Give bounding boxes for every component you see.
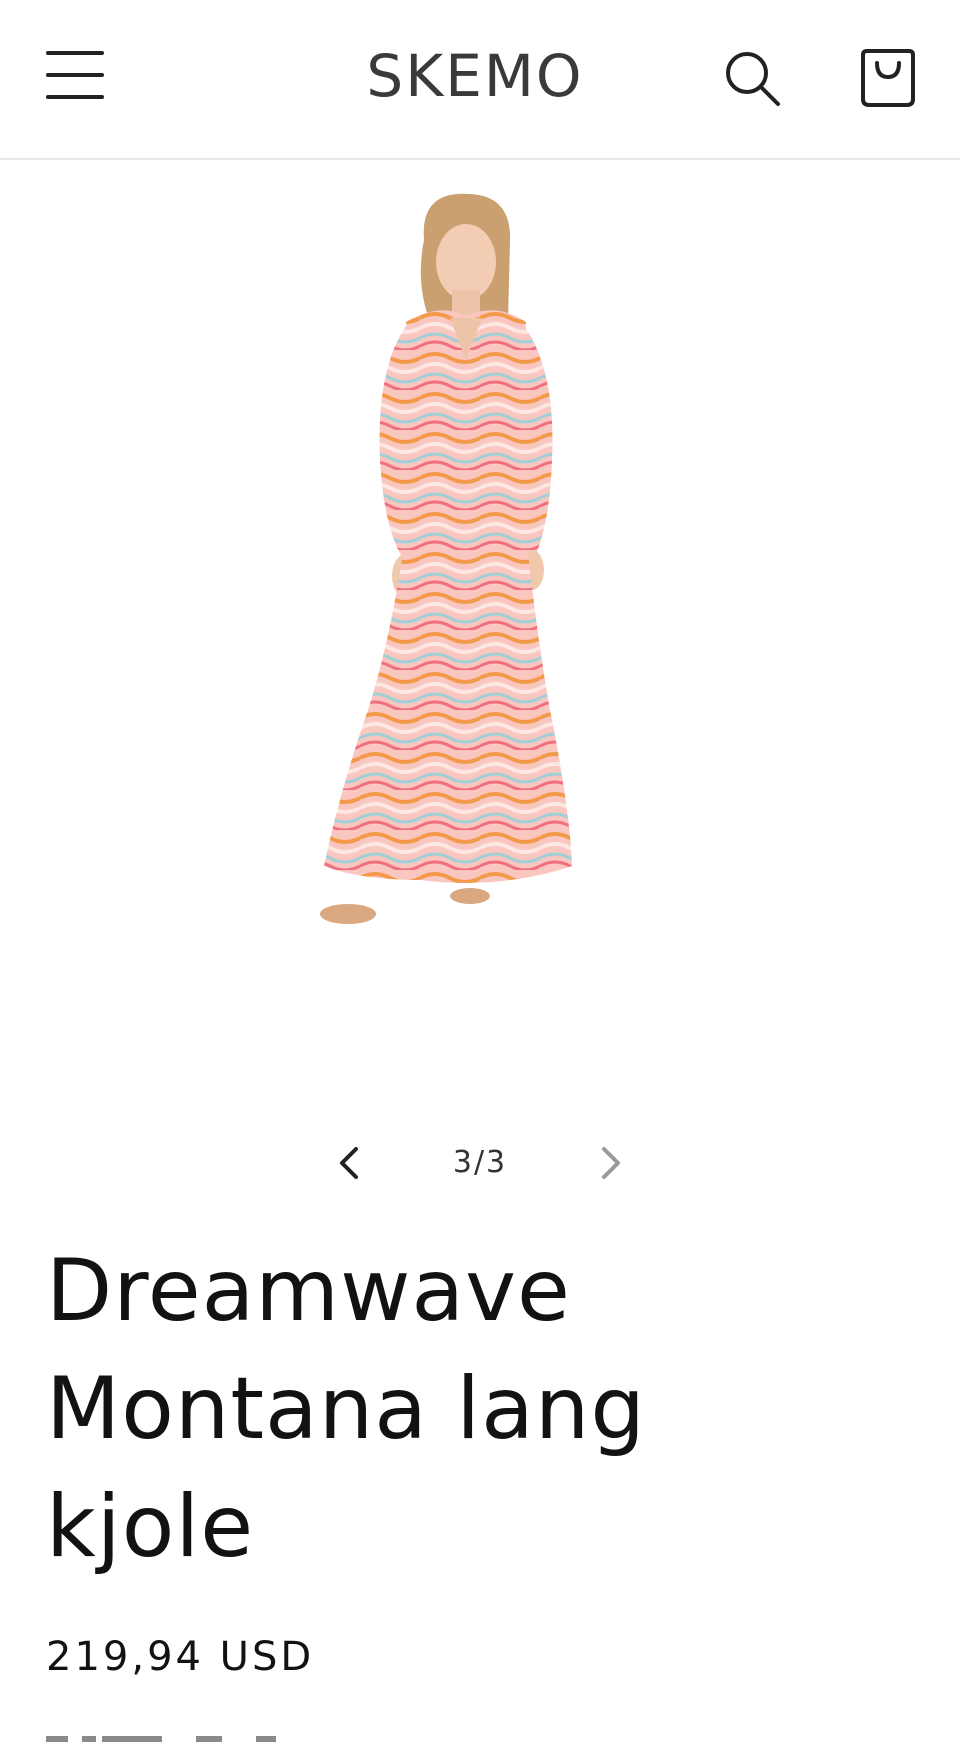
product-gallery xyxy=(0,160,960,1090)
cart-button[interactable] xyxy=(848,38,928,118)
cart-bag-icon xyxy=(861,49,915,107)
chevron-right-icon xyxy=(602,1147,620,1179)
chevron-left-icon xyxy=(340,1147,358,1179)
store-logo[interactable]: SKEMO xyxy=(330,36,620,116)
partial-text-cutoff xyxy=(46,1726,346,1742)
previous-image-button[interactable] xyxy=(320,1130,380,1196)
image-counter: 3/3 xyxy=(452,1145,508,1180)
cut-off-text-decoration xyxy=(46,1736,276,1742)
gallery-pager: 3/3 xyxy=(320,1130,640,1196)
search-button[interactable] xyxy=(714,40,790,116)
hamburger-menu-icon xyxy=(46,51,104,99)
site-header: SKEMO xyxy=(0,0,960,160)
product-price: 219,94 USD xyxy=(46,1634,315,1680)
search-icon xyxy=(726,52,780,106)
product-image[interactable] xyxy=(300,190,660,1070)
next-image-button[interactable] xyxy=(580,1130,640,1196)
menu-button[interactable] xyxy=(40,40,110,110)
product-title: Dreamwave Montana lang kjole xyxy=(46,1241,646,1577)
